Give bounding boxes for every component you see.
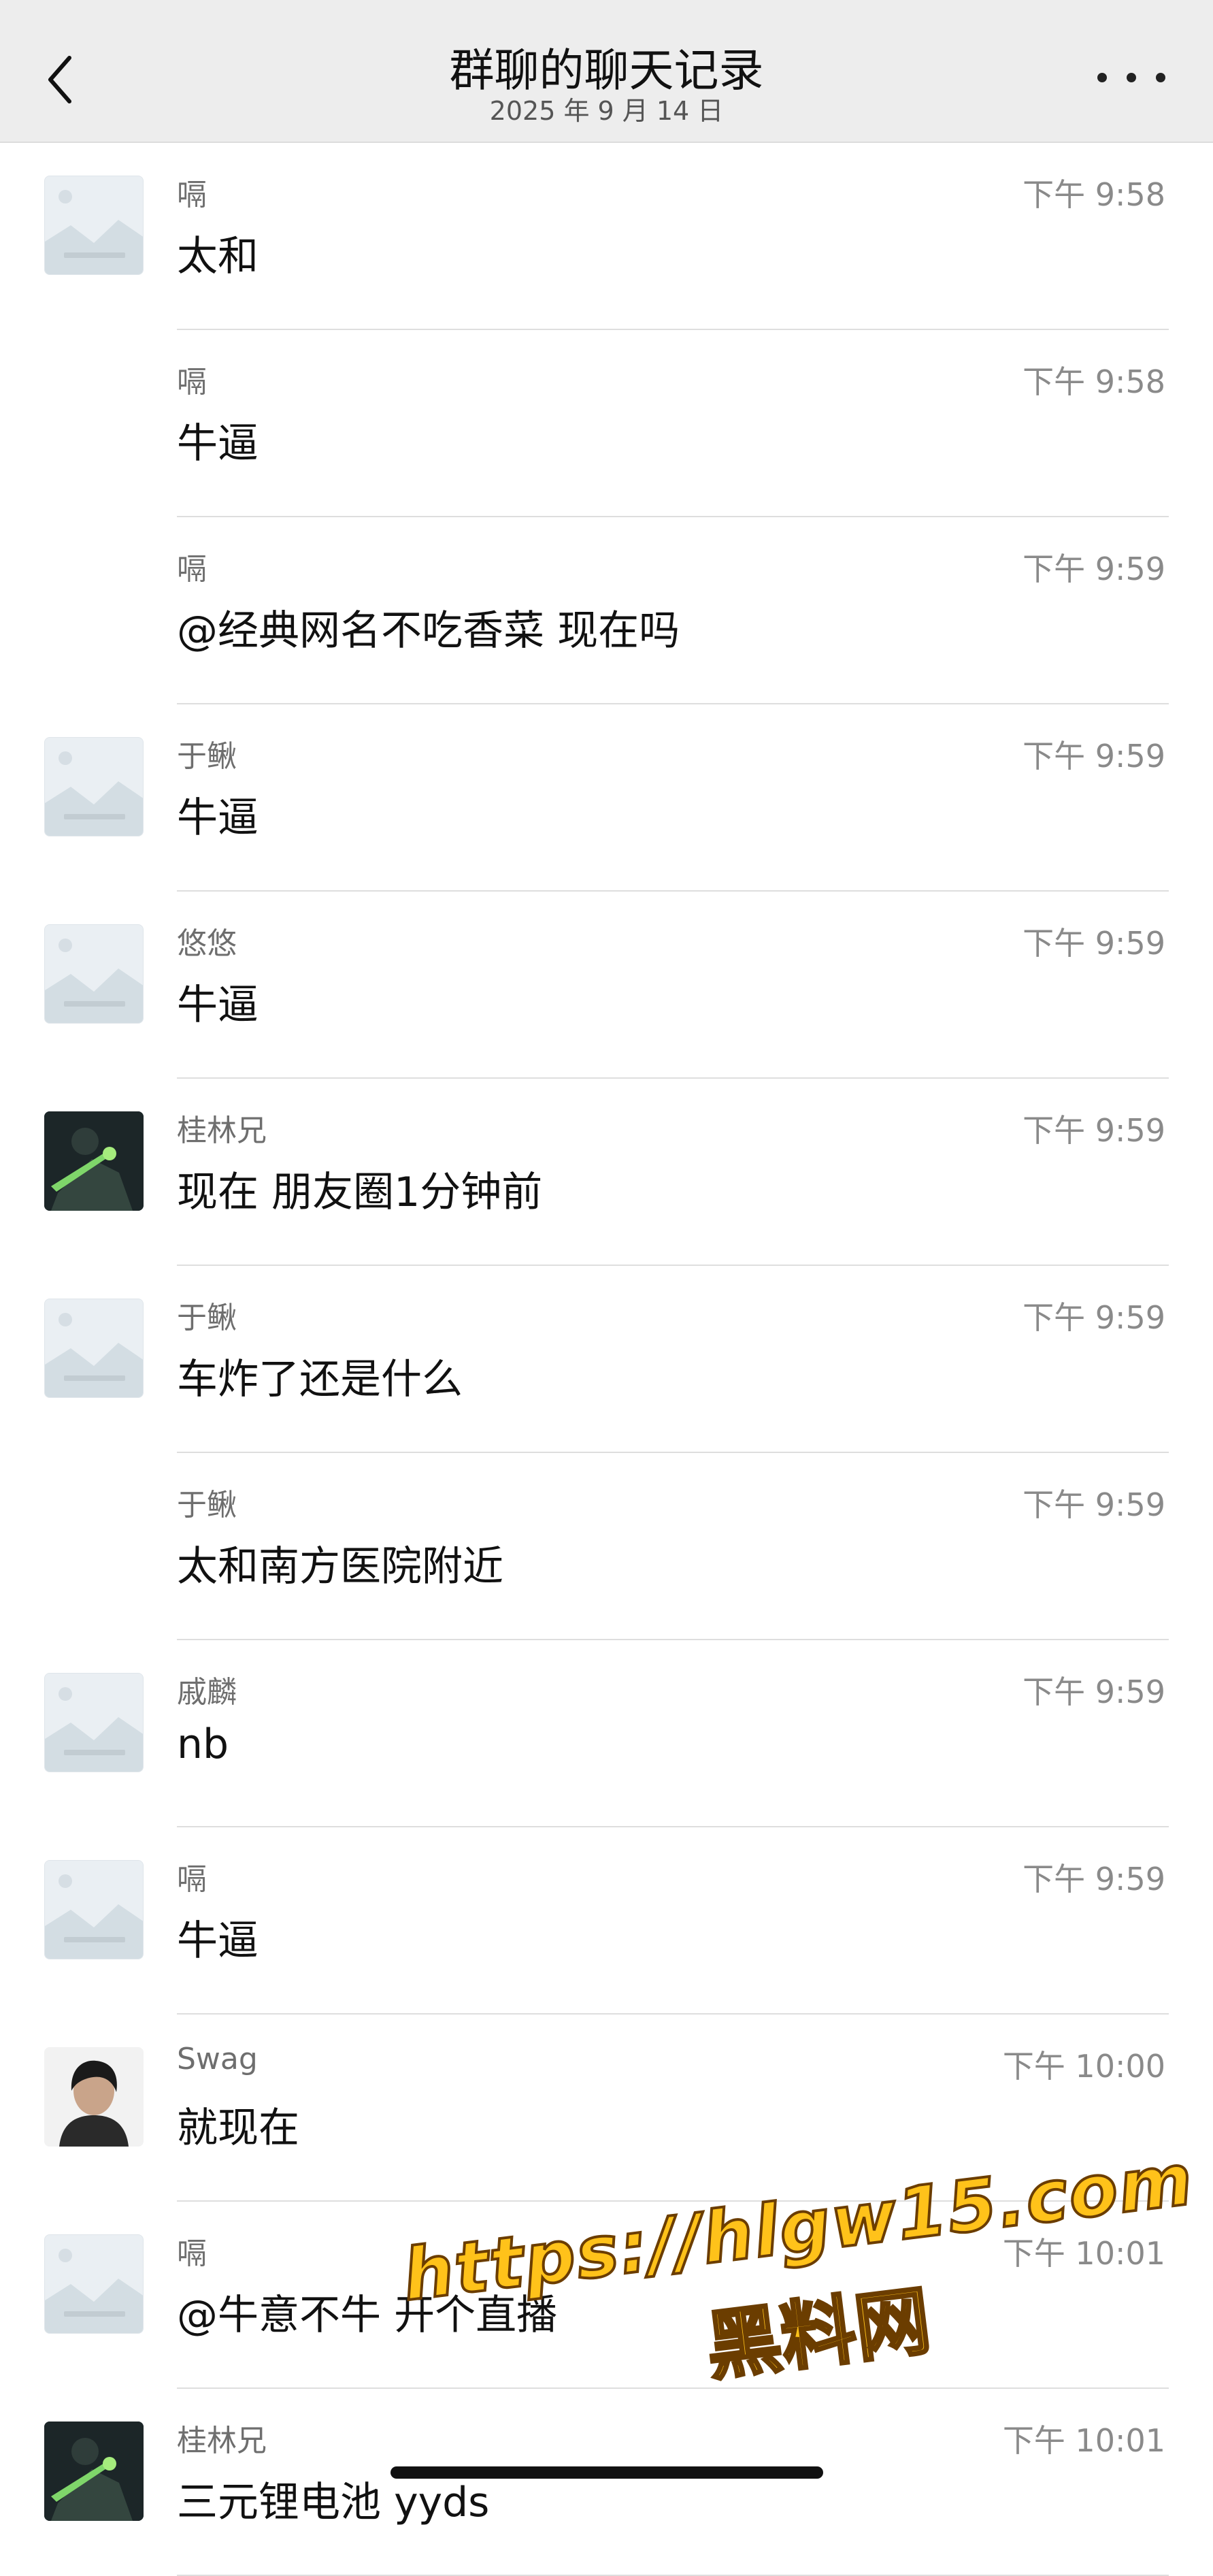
message-time: 下午 9:59 bbox=[1023, 925, 1165, 962]
message-time: 下午 9:59 bbox=[1023, 1299, 1165, 1336]
message-time: 下午 9:59 bbox=[1023, 738, 1165, 775]
avatar[interactable] bbox=[44, 1673, 144, 1772]
message-text: 牛逼 bbox=[177, 794, 259, 842]
message-text: 太和南方医院附近 bbox=[177, 1543, 503, 1591]
chat-message[interactable]: 桂林兄 下午 9:59 现在 朋友圈1分钟前 bbox=[0, 1079, 1213, 1266]
sender-name: 嗝 bbox=[177, 1862, 207, 1897]
chat-message[interactable]: 嗝 下午 9:59 牛逼 bbox=[0, 1827, 1213, 2015]
chat-message[interactable]: 于鳅 下午 9:59 太和南方医院附近 bbox=[0, 1453, 1213, 1640]
avatar[interactable] bbox=[44, 176, 144, 275]
sender-name: 嗝 bbox=[177, 552, 207, 587]
message-list[interactable]: 嗝下午 9:58 太和嗝下午 9:58 牛逼嗝下午 9:59 @经典网名不吃香菜 现在… bbox=[0, 143, 1213, 2576]
message-time: 下午 10:01 bbox=[1002, 2422, 1165, 2459]
message-text: 现在 朋友圈1分钟前 bbox=[177, 1169, 543, 1216]
message-text: 牛逼 bbox=[177, 1917, 259, 1965]
more-button[interactable] bbox=[1097, 57, 1165, 98]
sender-name: 嗝 bbox=[177, 365, 207, 400]
sender-name: 于鳅 bbox=[177, 1488, 237, 1522]
sender-name: 桂林兄 bbox=[177, 1113, 267, 1148]
sender-name: Swag bbox=[177, 2042, 258, 2076]
header-bar: 群聊的聊天记录 2025 年 9 月 14 日 bbox=[0, 0, 1213, 143]
sender-name: 于鳅 bbox=[177, 739, 237, 774]
message-text: 车炸了还是什么 bbox=[177, 1356, 463, 1403]
chat-date: 2025 年 9 月 14 日 bbox=[489, 96, 724, 126]
avatar[interactable] bbox=[44, 1111, 144, 1211]
sender-name: 于鳅 bbox=[177, 1301, 237, 1335]
avatar[interactable] bbox=[44, 924, 144, 1024]
chat-message[interactable]: 于鳅 下午 9:59 车炸了还是什么 bbox=[0, 1266, 1213, 1453]
avatar[interactable] bbox=[44, 737, 144, 836]
message-time: 下午 9:59 bbox=[1023, 1674, 1165, 1710]
chat-message[interactable]: 嗝 下午 9:58 牛逼 bbox=[0, 330, 1213, 517]
message-time: 下午 9:58 bbox=[1023, 363, 1165, 400]
message-text: 就现在 bbox=[177, 2104, 299, 2152]
message-time: 下午 10:01 bbox=[1002, 2235, 1165, 2272]
message-text: @经典网名不吃香菜 现在吗 bbox=[177, 607, 680, 655]
chat-message[interactable]: 桂林兄 下午 10:01 三元锂电池 yyds bbox=[0, 2389, 1213, 2576]
message-text: nb bbox=[177, 1721, 229, 1768]
message-time: 下午 10:00 bbox=[1002, 2048, 1165, 2085]
sender-name: 嗝 bbox=[177, 2236, 207, 2271]
sender-name: 悠悠 bbox=[177, 926, 237, 961]
chat-message[interactable]: 悠悠 下午 9:59 牛逼 bbox=[0, 892, 1213, 1079]
sender-name: 嗝 bbox=[177, 178, 207, 212]
message-time: 下午 9:58 bbox=[1023, 176, 1165, 213]
chat-message[interactable]: 于鳅 下午 9:59 牛逼 bbox=[0, 704, 1213, 892]
message-time: 下午 9:59 bbox=[1023, 1486, 1165, 1523]
avatar[interactable] bbox=[44, 2422, 144, 2521]
chat-message[interactable]: 戚麟 下午 9:59 nb bbox=[0, 1640, 1213, 1827]
message-text: 牛逼 bbox=[177, 981, 259, 1029]
chat-message[interactable]: 嗝 下午 10:01 @牛意不牛 开个直播 bbox=[0, 2202, 1213, 2389]
chat-message[interactable]: Swag 下午 10:00 就现在 bbox=[0, 2015, 1213, 2202]
message-time: 下午 9:59 bbox=[1023, 1861, 1165, 1897]
avatar[interactable] bbox=[44, 2047, 144, 2147]
message-time: 下午 9:59 bbox=[1023, 1112, 1165, 1149]
message-time: 下午 9:59 bbox=[1023, 551, 1165, 587]
chat-message[interactable]: 嗝 下午 9:58 太和 bbox=[0, 143, 1213, 330]
avatar[interactable] bbox=[44, 1860, 144, 1959]
sender-name: 桂林兄 bbox=[177, 2424, 267, 2458]
sender-name: 戚麟 bbox=[177, 1675, 237, 1710]
chat-message[interactable]: 嗝 下午 9:59 @经典网名不吃香菜 现在吗 bbox=[0, 517, 1213, 704]
home-indicator[interactable] bbox=[391, 2466, 823, 2479]
avatar[interactable] bbox=[44, 1299, 144, 1398]
more-horizontal-icon bbox=[1097, 73, 1107, 82]
message-text: 太和 bbox=[177, 233, 259, 280]
message-text: @牛意不牛 开个直播 bbox=[177, 2292, 558, 2339]
message-text: 牛逼 bbox=[177, 420, 259, 468]
avatar[interactable] bbox=[44, 2234, 144, 2334]
